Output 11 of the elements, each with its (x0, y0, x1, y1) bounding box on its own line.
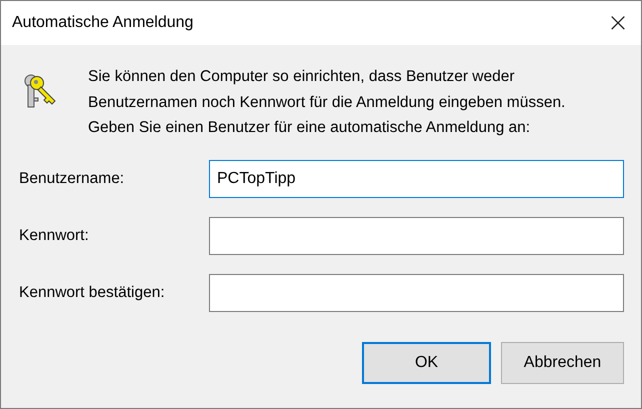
window-title: Automatische Anmeldung (12, 14, 194, 32)
input-field[interactable] (209, 274, 624, 312)
dialog-button[interactable]: Abbrechen (501, 342, 624, 384)
close-button[interactable]: × (595, 1, 641, 45)
field-label: Benutzername: (19, 170, 126, 188)
field-label: Kennwort: (19, 226, 90, 244)
field-label: Kennwort bestätigen: (19, 284, 166, 302)
description-text: Sie können den Computer so einrichten, dass Benutzer weder Benutzernamen noch Kennwort für die Anmeldung eingeben müssen. Geben Sie einen Benutzer für eine automatische Anmeldung an: (88, 67, 566, 138)
input-field[interactable]: PCTopTipp (209, 160, 624, 198)
dialog-button[interactable]: OK (362, 342, 491, 384)
input-field[interactable] (209, 216, 624, 254)
